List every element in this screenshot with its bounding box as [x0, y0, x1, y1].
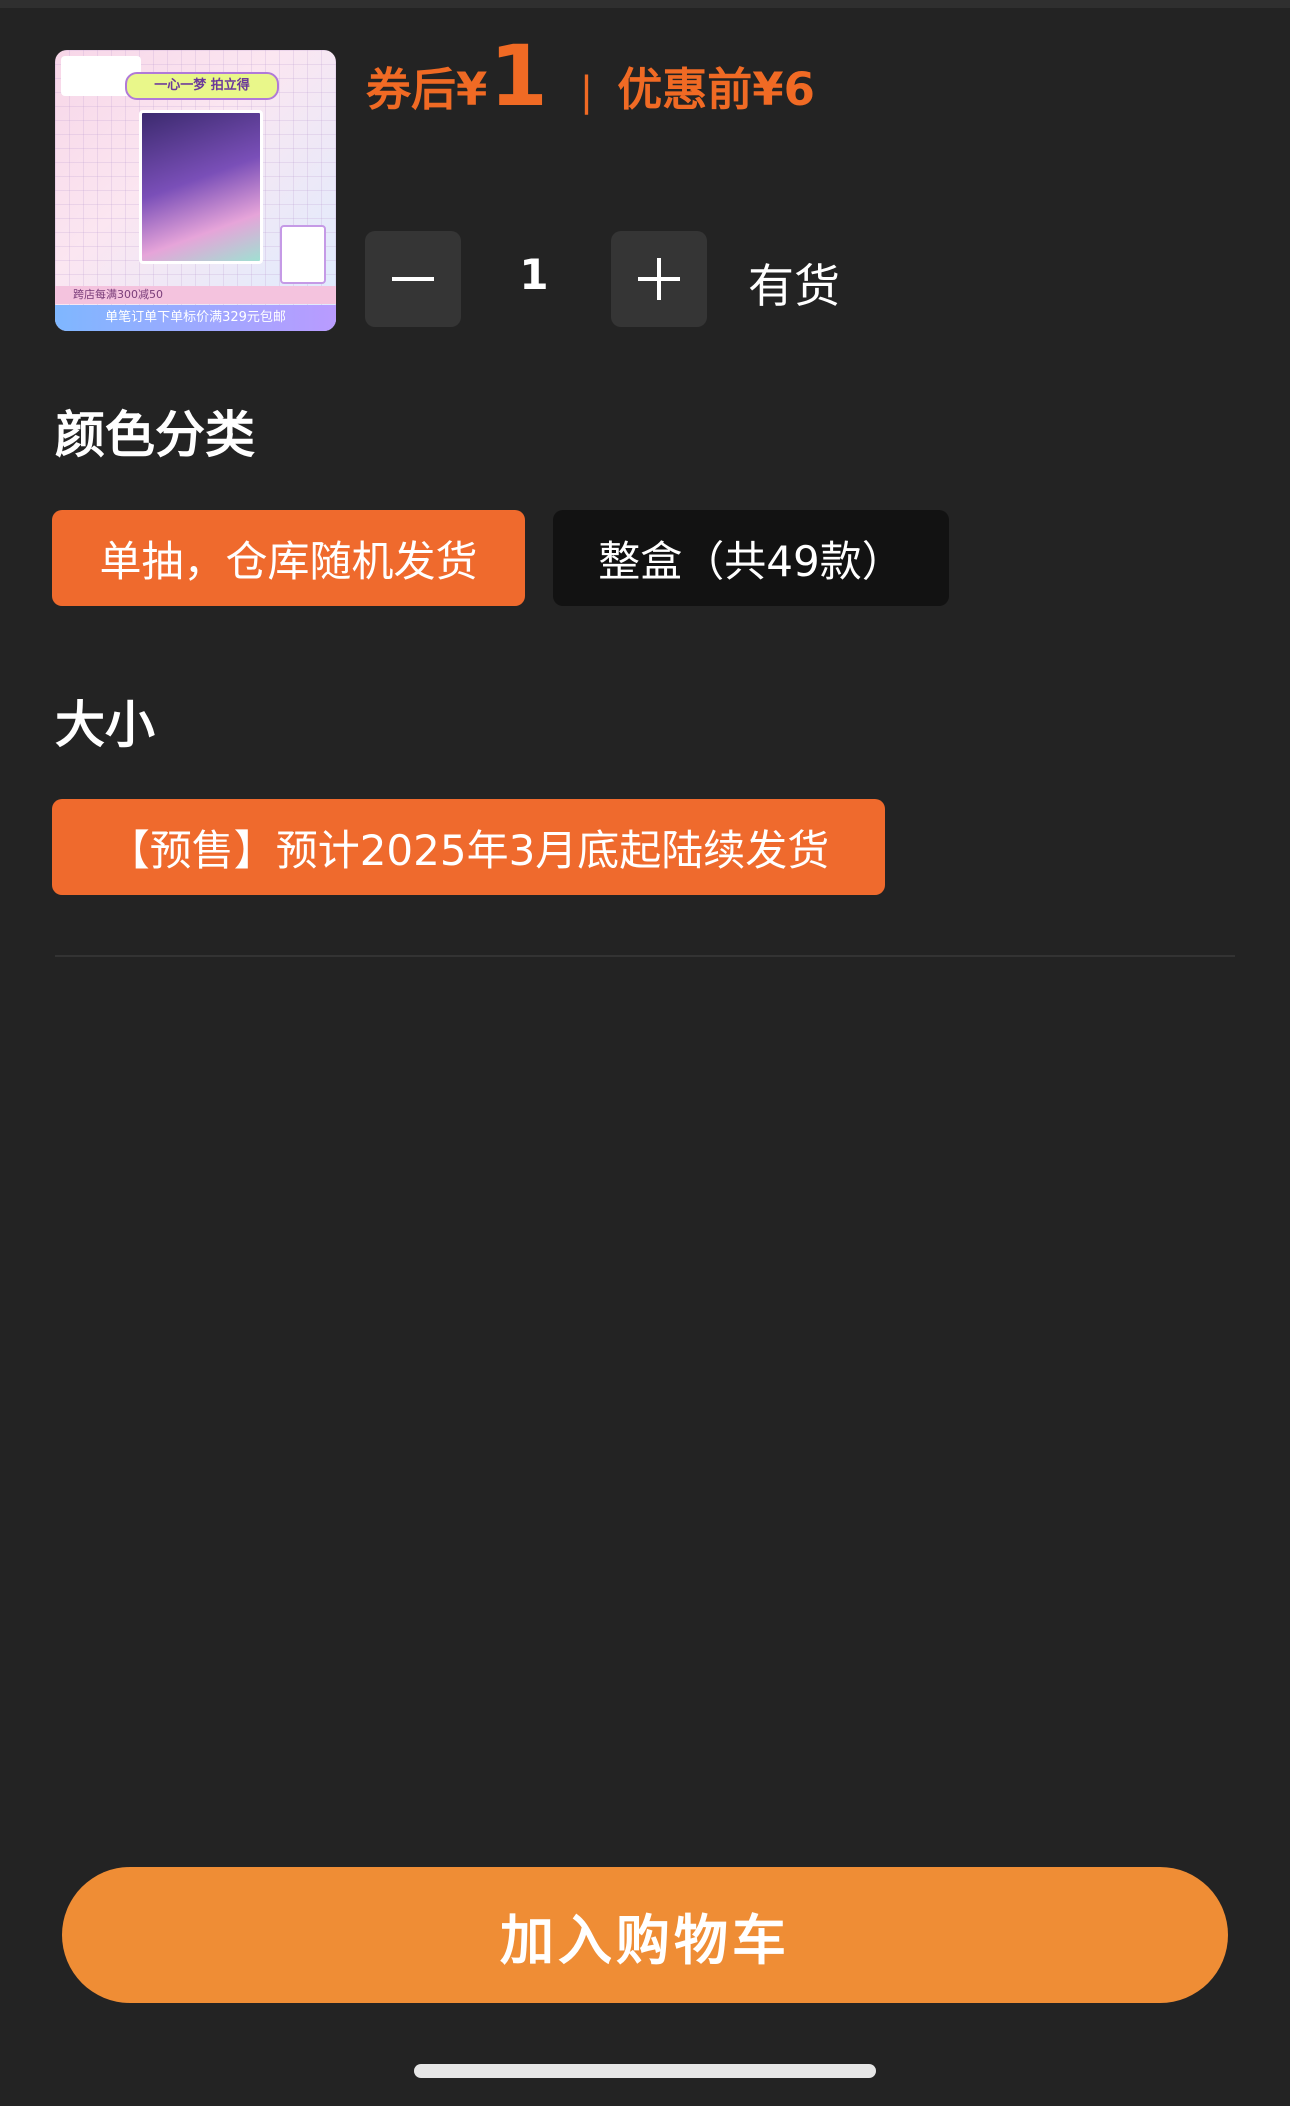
option-single-draw[interactable]: 单抽，仓库随机发货: [52, 510, 525, 606]
thumbnail-promo-line: 跨店每满300减50: [55, 286, 336, 304]
home-indicator: [414, 2064, 876, 2078]
quantity-value: 1: [519, 250, 549, 299]
color-section-title: 颜色分类: [55, 406, 255, 464]
price-separator: |: [579, 69, 594, 115]
add-to-cart-button[interactable]: 加入购物车: [62, 1867, 1228, 2003]
character-card-image: [139, 110, 263, 264]
option-label: 整盒（共49款）: [598, 536, 904, 586]
divider: [55, 955, 1235, 957]
after-coupon-label: 券后: [366, 63, 457, 116]
option-presale[interactable]: 【预售】预计2025年3月底起陆续发货: [52, 799, 885, 895]
before-discount-price: 6: [783, 63, 815, 116]
product-thumbnail[interactable]: 一心一梦 拍立得 跨店每满300减50 单笔订单下单标价满329元包邮: [55, 50, 336, 331]
stock-status: 有货: [748, 259, 840, 313]
before-discount-label: 优惠前: [617, 63, 753, 116]
currency-symbol-2: ¥: [752, 63, 784, 116]
minus-icon: [392, 277, 434, 281]
thumbnail-banner: 一心一梦 拍立得: [125, 72, 279, 100]
currency-symbol: ¥: [456, 63, 488, 116]
option-whole-box[interactable]: 整盒（共49款）: [553, 510, 949, 606]
increase-quantity-button[interactable]: [611, 231, 707, 327]
decrease-quantity-button[interactable]: [365, 231, 461, 327]
thumbnail-promo-bottom: 单笔订单下单标价满329元包邮: [55, 305, 336, 331]
option-label: 单抽，仓库随机发货: [99, 536, 478, 586]
mini-card-image: [280, 225, 326, 284]
after-coupon-price: 1: [489, 27, 548, 125]
option-label: 【预售】预计2025年3月底起陆续发货: [107, 825, 830, 875]
price-row: 券后 ¥ 1 | 优惠前 ¥ 6: [366, 34, 815, 124]
top-edge: [0, 0, 1290, 8]
plus-icon: [638, 258, 680, 300]
size-section-title: 大小: [55, 696, 155, 754]
